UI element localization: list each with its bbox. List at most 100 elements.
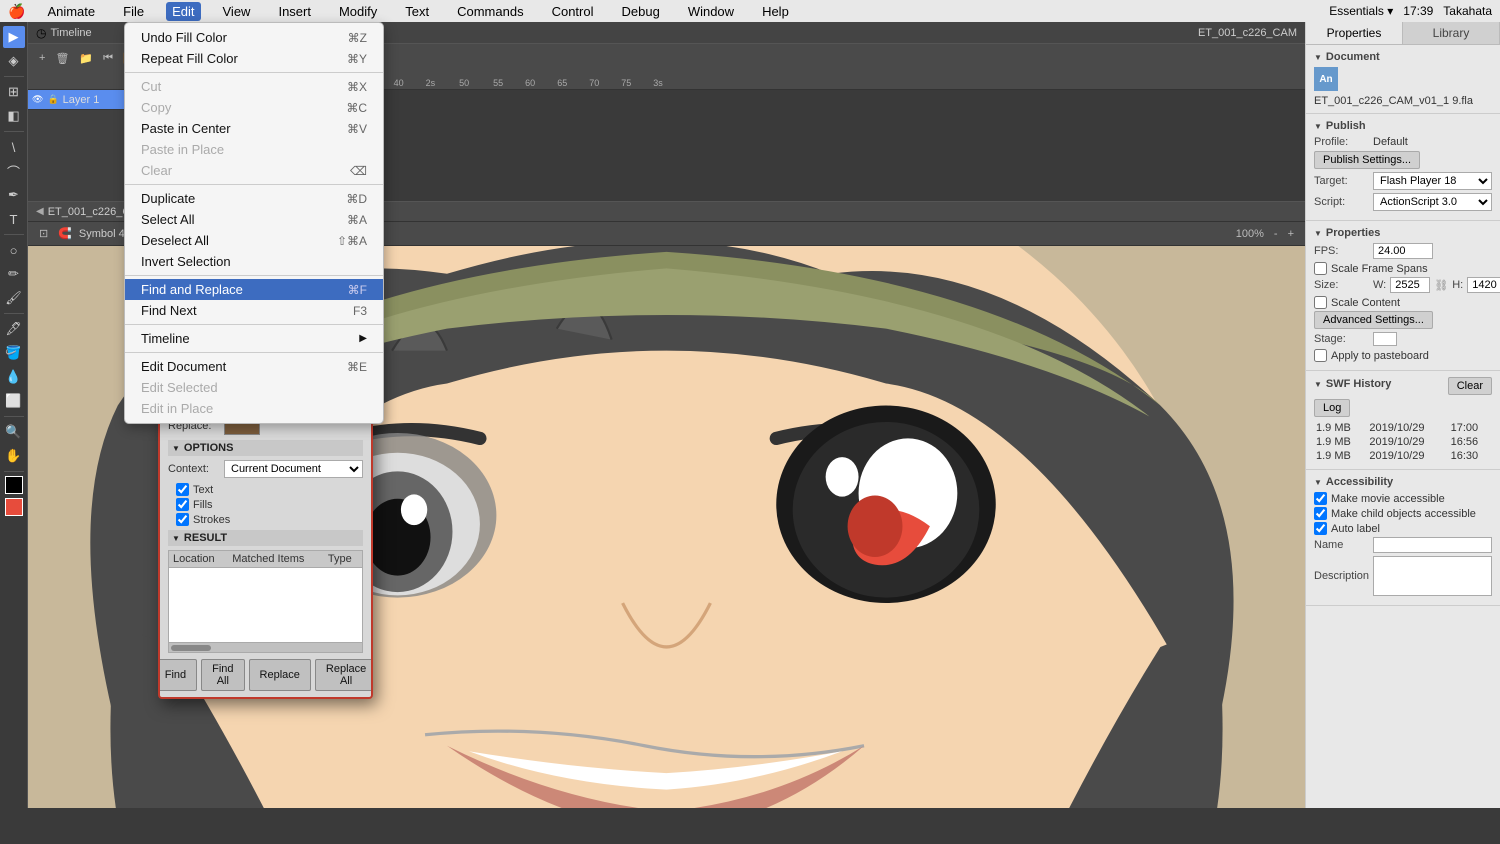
tool-gradient[interactable]: ◧ bbox=[3, 105, 25, 127]
tool-free-transform[interactable]: ⊞ bbox=[3, 81, 25, 103]
tool-text[interactable]: T bbox=[3, 208, 25, 230]
menu-invert-selection[interactable]: Invert Selection bbox=[125, 251, 383, 272]
menubar-item-debug[interactable]: Debug bbox=[616, 2, 666, 21]
tl-add-layer[interactable]: + bbox=[36, 52, 48, 64]
result-section-header[interactable]: ▼ RESULT bbox=[168, 530, 363, 546]
history-clear-button[interactable]: Clear bbox=[1448, 377, 1492, 395]
tool-lasso[interactable]: ⌒ bbox=[3, 160, 25, 182]
desc-textarea[interactable] bbox=[1373, 556, 1492, 596]
height-input[interactable] bbox=[1467, 277, 1500, 293]
stage-color-swatch[interactable] bbox=[1373, 332, 1397, 346]
stage-magnet-btn[interactable]: 🧲 bbox=[55, 227, 75, 240]
replace-all-button[interactable]: Replace All bbox=[315, 659, 373, 691]
tool-line[interactable]: \ bbox=[3, 136, 25, 158]
menubar-item-insert[interactable]: Insert bbox=[272, 2, 317, 21]
tool-pen[interactable]: ✒ bbox=[3, 184, 25, 206]
find-all-button[interactable]: Find All bbox=[201, 659, 244, 691]
result-label: RESULT bbox=[184, 532, 227, 544]
stage-snap-btn[interactable]: ⊡ bbox=[36, 227, 51, 240]
swf-history-section: ▼ SWF History Clear Log 1.9 MB 2019/10/2… bbox=[1306, 371, 1500, 470]
apply-pasteboard-checkbox[interactable] bbox=[1314, 349, 1327, 362]
menu-sep-2 bbox=[125, 184, 383, 185]
menu-repeat-fill[interactable]: Repeat Fill Color ⌘Y bbox=[125, 48, 383, 69]
menu-find-next[interactable]: Find Next F3 bbox=[125, 300, 383, 321]
menu-edit-selected[interactable]: Edit Selected bbox=[125, 377, 383, 398]
menubar-item-edit[interactable]: Edit bbox=[166, 2, 200, 21]
menu-deselect-all[interactable]: Deselect All ⇧⌘A bbox=[125, 230, 383, 251]
tool-oval[interactable]: ○ bbox=[3, 239, 25, 261]
width-input[interactable] bbox=[1390, 277, 1430, 293]
options-section-header[interactable]: ▼ OPTIONS bbox=[168, 440, 363, 456]
text-checkbox[interactable] bbox=[176, 483, 189, 496]
menubar-item-file[interactable]: File bbox=[117, 2, 150, 21]
menu-duplicate[interactable]: Duplicate ⌘D bbox=[125, 188, 383, 209]
tool-eraser[interactable]: ⬜ bbox=[3, 390, 25, 412]
menu-edit-in-place[interactable]: Edit in Place bbox=[125, 398, 383, 419]
make-child-checkbox[interactable] bbox=[1314, 507, 1327, 520]
target-dropdown[interactable]: Flash Player 18 bbox=[1373, 172, 1492, 190]
tool-paint-bucket[interactable]: 🪣 bbox=[3, 342, 25, 364]
advanced-settings-row: Advanced Settings... bbox=[1314, 311, 1492, 329]
menu-timeline[interactable]: Timeline ▶ bbox=[125, 328, 383, 349]
col-matched: Matched Items bbox=[228, 551, 324, 568]
stage-zoom-out[interactable]: - bbox=[1271, 228, 1281, 240]
replace-button[interactable]: Replace bbox=[249, 659, 311, 691]
menu-cut[interactable]: Cut ⌘X bbox=[125, 76, 383, 97]
tool-fill-color[interactable] bbox=[5, 498, 23, 516]
fills-checkbox[interactable] bbox=[176, 498, 189, 511]
context-dropdown[interactable]: Current Document bbox=[224, 460, 363, 478]
menu-find-replace[interactable]: Find and Replace ⌘F bbox=[125, 279, 383, 300]
fps-value-input[interactable] bbox=[1373, 243, 1433, 259]
tool-eyedropper[interactable]: 💧 bbox=[3, 366, 25, 388]
stage-zoom-in[interactable]: + bbox=[1285, 228, 1297, 240]
tool-pencil[interactable]: ✏ bbox=[3, 263, 25, 285]
result-scrollbar[interactable] bbox=[168, 643, 363, 653]
swf-history-title: ▼ SWF History bbox=[1314, 378, 1391, 390]
menu-edit-document[interactable]: Edit Document ⌘E bbox=[125, 356, 383, 377]
menu-select-all[interactable]: Select All ⌘A bbox=[125, 209, 383, 230]
tool-select[interactable]: ▶ bbox=[3, 26, 25, 48]
menubar-item-window[interactable]: Window bbox=[682, 2, 740, 21]
menubar-item-text[interactable]: Text bbox=[399, 2, 435, 21]
menubar-item-help[interactable]: Help bbox=[756, 2, 795, 21]
tool-zoom[interactable]: 🔍 bbox=[3, 421, 25, 443]
tl-delete-layer[interactable]: 🗑 bbox=[52, 52, 72, 65]
menu-paste-center[interactable]: Paste in Center ⌘V bbox=[125, 118, 383, 139]
menu-paste-place[interactable]: Paste in Place bbox=[125, 139, 383, 160]
publish-settings-button[interactable]: Publish Settings... bbox=[1314, 151, 1420, 169]
menu-undo-fill[interactable]: Undo Fill Color ⌘Z bbox=[125, 27, 383, 48]
menubar-item-modify[interactable]: Modify bbox=[333, 2, 383, 21]
advanced-settings-button[interactable]: Advanced Settings... bbox=[1314, 311, 1433, 329]
menubar-item-commands[interactable]: Commands bbox=[451, 2, 529, 21]
menu-copy[interactable]: Copy ⌘C bbox=[125, 97, 383, 118]
auto-label-checkbox[interactable] bbox=[1314, 522, 1327, 535]
tl-rewind[interactable]: ⏮ bbox=[100, 52, 116, 65]
tool-stroke-color[interactable] bbox=[5, 476, 23, 494]
apple-menu[interactable]: 🍎 bbox=[8, 3, 25, 20]
tool-ink-bottle[interactable]: 🖋 bbox=[3, 318, 25, 340]
tab-library[interactable]: Library bbox=[1403, 22, 1500, 44]
tab-properties[interactable]: Properties bbox=[1306, 22, 1403, 44]
essentials-dropdown[interactable]: Essentials ▾ bbox=[1329, 4, 1393, 18]
tool-subselect[interactable]: ◈ bbox=[3, 50, 25, 72]
auto-label-row: Auto label bbox=[1314, 522, 1492, 535]
tool-hand[interactable]: ✋ bbox=[3, 445, 25, 467]
tl-add-folder[interactable]: 📁 bbox=[76, 52, 96, 65]
find-button[interactable]: Find bbox=[158, 659, 197, 691]
name-input[interactable] bbox=[1373, 537, 1492, 553]
history-size-3: 1.9 MB bbox=[1314, 449, 1367, 463]
tool-brush[interactable]: 🖌 bbox=[3, 287, 25, 309]
document-title-label: Document bbox=[1326, 51, 1380, 63]
make-movie-checkbox[interactable] bbox=[1314, 492, 1327, 505]
scale-content-checkbox[interactable] bbox=[1314, 296, 1327, 309]
menubar-item-control[interactable]: Control bbox=[546, 2, 600, 21]
history-log-button[interactable]: Log bbox=[1314, 399, 1350, 417]
history-date-3: 2019/10/29 bbox=[1367, 449, 1448, 463]
script-dropdown[interactable]: ActionScript 3.0 bbox=[1373, 193, 1492, 211]
menubar-item-animate[interactable]: Animate bbox=[41, 2, 101, 21]
menubar-item-view[interactable]: View bbox=[217, 2, 257, 21]
scale-frames-checkbox[interactable] bbox=[1314, 262, 1327, 275]
strokes-checkbox[interactable] bbox=[176, 513, 189, 526]
fps-row: FPS: bbox=[1314, 243, 1492, 259]
menu-clear[interactable]: Clear ⌫ bbox=[125, 160, 383, 181]
